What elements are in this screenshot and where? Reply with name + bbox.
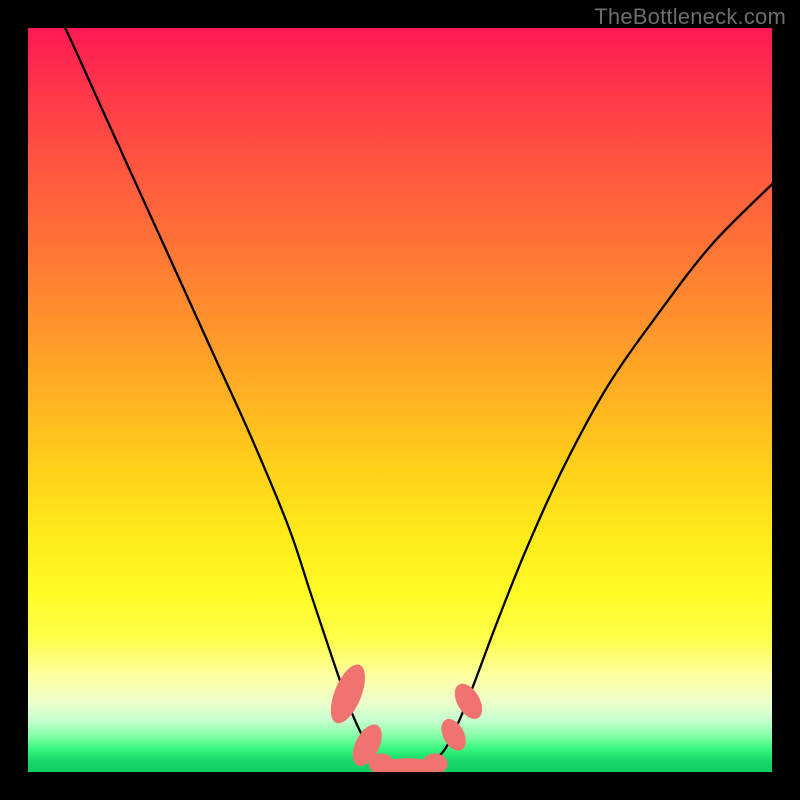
watermark-text: TheBottleneck.com — [594, 4, 786, 30]
curve-markers — [324, 660, 488, 772]
curve-marker — [324, 660, 372, 728]
curve-marker — [422, 753, 447, 772]
plot-area — [28, 28, 772, 772]
chart-frame: TheBottleneck.com — [0, 0, 800, 800]
curve-marker — [449, 679, 488, 724]
bottleneck-curve-svg — [28, 28, 772, 772]
curve-marker — [436, 715, 470, 755]
bottleneck-curve — [28, 28, 772, 767]
